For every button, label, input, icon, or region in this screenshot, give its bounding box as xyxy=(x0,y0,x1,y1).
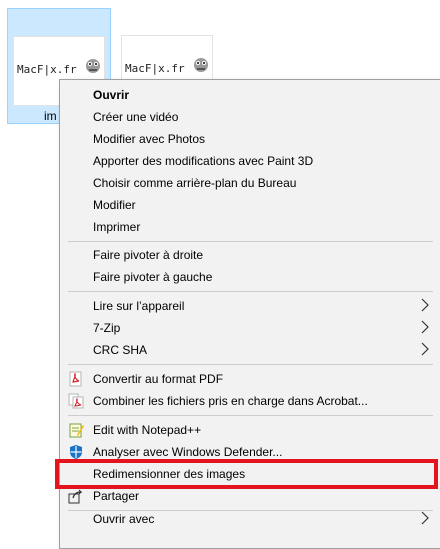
menu-item-pivoter-gauche[interactable]: Faire pivoter à gauche xyxy=(62,266,439,288)
menu-item-modifier[interactable]: Modifier xyxy=(62,194,439,216)
menu-item-7zip[interactable]: 7-Zip xyxy=(62,317,439,339)
menu-item-label: Edit with Notepad++ xyxy=(93,423,202,437)
acrobat-combine-icon xyxy=(68,393,84,409)
menu-item-label: Imprimer xyxy=(93,220,141,234)
menu-item-crc-sha[interactable]: CRC SHA xyxy=(62,339,439,361)
menu-item-label: Redimensionner des images xyxy=(93,467,246,481)
menu-separator xyxy=(68,415,433,416)
menu-item-convertir-pdf[interactable]: Convertir au format PDF xyxy=(62,368,439,390)
menu-item-arriere-plan[interactable]: Choisir comme arrière-plan du Bureau xyxy=(62,172,439,194)
menu-item-label: Ouvrir xyxy=(93,88,130,102)
chevron-right-icon xyxy=(421,320,429,334)
menu-separator xyxy=(68,364,433,365)
menu-item-lire-appareil[interactable]: Lire sur l’appareil xyxy=(62,295,439,317)
context-menu: Ouvrir Créer une vidéo Modifier avec Pho… xyxy=(59,79,440,549)
menu-item-label: Convertir au format PDF xyxy=(93,372,224,386)
menu-item-label: Ouvrir avec xyxy=(93,512,155,526)
menu-item-pivoter-droite[interactable]: Faire pivoter à droite xyxy=(62,244,439,266)
file-name-label: im xyxy=(44,109,57,123)
menu-item-label: Choisir comme arrière-plan du Bureau xyxy=(93,176,297,190)
menu-item-label: Faire pivoter à droite xyxy=(93,248,204,262)
menu-item-creer-video[interactable]: Créer une vidéo xyxy=(62,106,439,128)
menu-item-partager[interactable]: Partager xyxy=(62,485,439,507)
menu-item-label: Faire pivoter à gauche xyxy=(93,270,213,284)
menu-item-paint3d[interactable]: Apporter des modifications avec Paint 3D xyxy=(62,150,439,172)
menu-item-label: Partager xyxy=(93,489,140,503)
menu-item-combiner-acrobat[interactable]: Combiner les fichiers pris en charge dan… xyxy=(62,390,439,412)
mascot-icon xyxy=(86,59,100,73)
share-icon xyxy=(68,489,83,504)
menu-item-label: Modifier xyxy=(93,198,136,212)
menu-item-notepad[interactable]: Edit with Notepad++ xyxy=(62,419,439,441)
menu-item-windows-defender[interactable]: Analyser avec Windows Defender... xyxy=(62,441,439,463)
menu-item-label: Analyser avec Windows Defender... xyxy=(93,445,283,459)
pdf-icon xyxy=(69,371,82,387)
menu-item-label: Modifier avec Photos xyxy=(93,132,206,146)
menu-item-imprimer[interactable]: Imprimer xyxy=(62,216,439,238)
menu-item-label: Combiner les fichiers pris en charge dan… xyxy=(93,394,368,408)
menu-item-ouvrir[interactable]: Ouvrir xyxy=(62,84,439,106)
chevron-right-icon xyxy=(421,298,429,312)
chevron-right-icon xyxy=(421,342,429,356)
menu-item-label: Créer une vidéo xyxy=(93,110,179,124)
windows-defender-icon xyxy=(70,445,82,459)
notepad-plus-plus-icon xyxy=(69,423,84,438)
mascot-icon xyxy=(194,58,208,72)
menu-item-label: Apporter des modifications avec Paint 3D xyxy=(93,154,314,168)
menu-item-modifier-photos[interactable]: Modifier avec Photos xyxy=(62,128,439,150)
menu-item-label: 7-Zip xyxy=(93,321,121,335)
chevron-right-icon xyxy=(421,511,429,525)
menu-separator xyxy=(68,241,433,242)
menu-separator xyxy=(68,291,433,292)
menu-item-label: Lire sur l’appareil xyxy=(93,299,185,313)
menu-item-ouvrir-avec[interactable]: Ouvrir avec xyxy=(62,508,439,530)
thumbnail-logo-text: MacF|x.fr xyxy=(17,63,77,76)
menu-item-redimensionner[interactable]: Redimensionner des images xyxy=(62,463,439,485)
menu-item-label: CRC SHA xyxy=(93,343,148,357)
thumbnail-logo-text: MacF|x.fr xyxy=(125,62,185,75)
